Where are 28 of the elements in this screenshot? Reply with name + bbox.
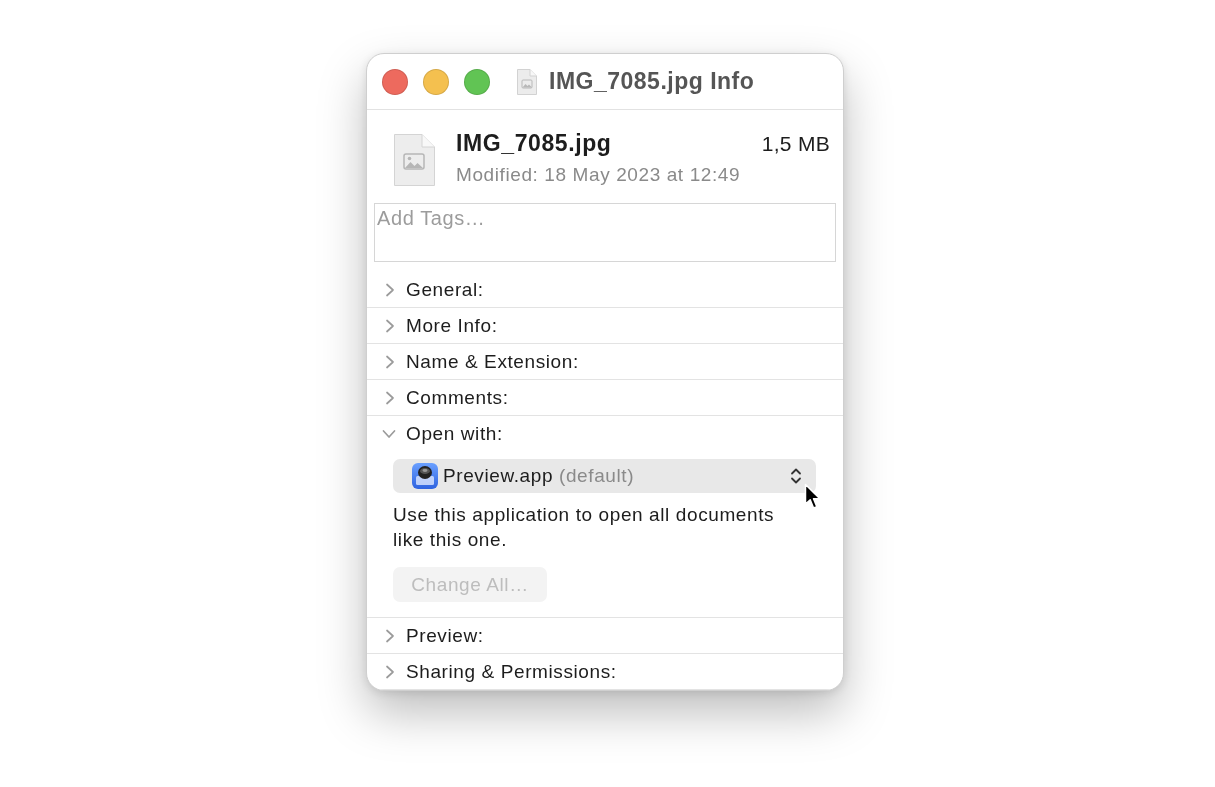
modified-date: Modified: 18 May 2023 at 12:49	[456, 164, 742, 186]
chevron-down-icon[interactable]	[382, 428, 396, 439]
tags-field[interactable]: Add Tags…	[374, 203, 836, 262]
section-toggle[interactable]: More Info:	[385, 314, 498, 337]
description-text: Use this application to open all documents like this one.	[393, 503, 776, 552]
minimize-button[interactable]	[423, 68, 449, 95]
chevron-right-icon[interactable]	[385, 664, 395, 679]
file-size: 1,5 MB	[761, 132, 830, 156]
updown-chevron-icon	[790, 467, 802, 485]
image-file-icon	[517, 68, 537, 95]
image-file-icon	[394, 134, 435, 186]
chevron-right-icon[interactable]	[385, 282, 395, 297]
close-button[interactable]	[382, 68, 408, 95]
app-popup-button[interactable]: Preview.app (default)	[393, 459, 816, 493]
zoom-button[interactable]	[464, 68, 490, 95]
section-toggle[interactable]: Comments:	[385, 386, 509, 409]
chevron-right-icon[interactable]	[385, 318, 395, 333]
chevron-right-icon[interactable]	[385, 390, 395, 405]
chevron-right-icon[interactable]	[385, 628, 395, 643]
window-title: IMG_7085.jpg Info	[549, 68, 755, 95]
section-toggle[interactable]: Name & Extension:	[385, 350, 579, 373]
chevron-right-icon[interactable]	[385, 354, 395, 369]
section-toggle[interactable]: Open with:	[385, 422, 503, 445]
section-toggle[interactable]: Preview:	[385, 624, 484, 647]
section-toggle[interactable]: General:	[385, 278, 484, 301]
file-name: IMG_7085.jpg	[456, 130, 612, 157]
app-icon	[412, 463, 438, 489]
section-toggle[interactable]: Sharing & Permissions:	[385, 660, 617, 683]
